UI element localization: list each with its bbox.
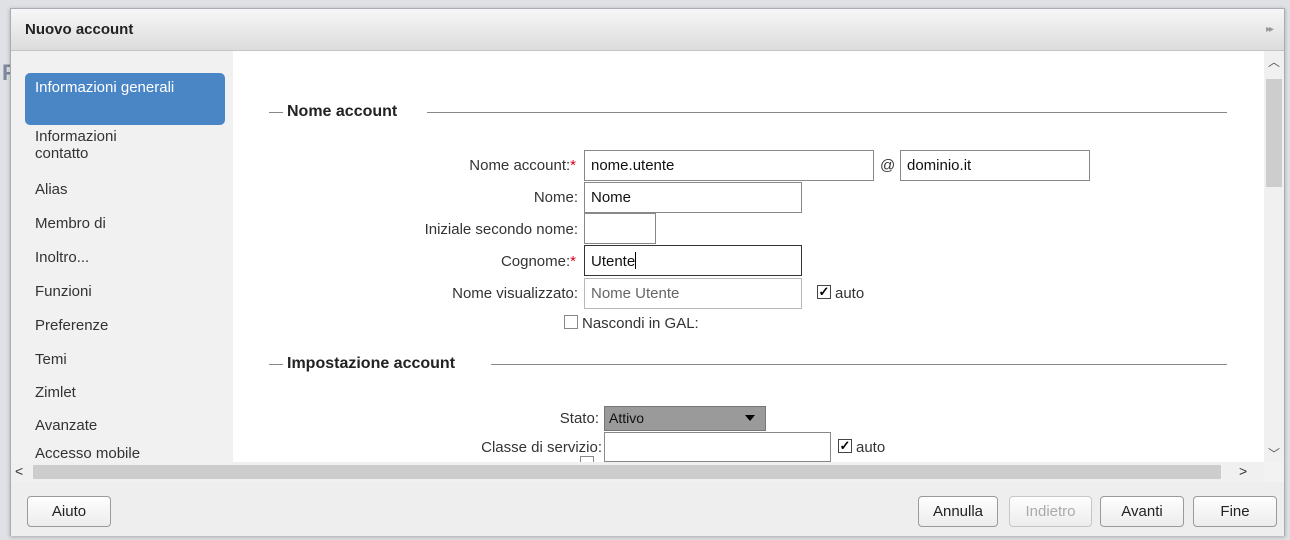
hide-in-gal-label: Nascondi in GAL: [582, 315, 699, 332]
sidebar-item-label: Funzioni [35, 283, 92, 300]
section-title: Nome account [287, 103, 398, 120]
sidebar-item-zimlets[interactable]: Zimlet [25, 381, 225, 404]
sidebar-item-label: Temi [35, 351, 67, 368]
display-name-auto-label: auto [835, 285, 865, 302]
sidebar-item-label: Avanzate [35, 417, 98, 434]
status-label: Stato: [559, 410, 599, 427]
display-name-label: Nome visualizzato: [452, 285, 578, 302]
sidebar-item-label: Accesso mobile [35, 445, 141, 462]
display-name-auto-checkbox[interactable]: ✓ [817, 285, 831, 299]
at-sign: @ [880, 157, 896, 174]
sidebar-item-member-of[interactable]: Membro di [25, 212, 225, 235]
section-title: Impostazione account [287, 355, 456, 372]
last-name-label: Cognome:* [500, 253, 576, 270]
scroll-left-icon[interactable]: < [15, 463, 23, 479]
section-account-name: Nome account [269, 103, 1227, 123]
sidebar: Informazioni generali Informazioni conta… [11, 51, 233, 462]
dialog-titlebar[interactable]: Nuovo account ▸▸ [11, 9, 1284, 51]
sidebar-item-forwarding[interactable]: Inoltro... [25, 246, 225, 269]
section-account-settings: Impostazione account [269, 355, 1227, 375]
class-of-service-auto-label: auto [856, 439, 886, 456]
sidebar-item-label: Alias [35, 181, 68, 198]
vertical-scrollbar[interactable]: ︿ ﹀ [1264, 51, 1284, 462]
sidebar-item-label: Informazioni generali [35, 79, 175, 96]
first-name-label: Nome: [533, 189, 578, 206]
horizontal-scrollbar[interactable]: < > [11, 462, 1264, 482]
sidebar-item-label: Informazioni contatto [35, 128, 117, 162]
dialog-footer: Aiuto Annulla Indietro Avanti Fine [11, 482, 1284, 536]
scroll-right-icon[interactable]: > [1239, 463, 1247, 479]
status-select[interactable]: Attivo [604, 406, 766, 431]
sidebar-item-label: Inoltro... [35, 249, 90, 266]
sidebar-item-label: Membro di [35, 215, 106, 232]
vertical-scroll-thumb[interactable] [1266, 79, 1282, 187]
dialog-title: Nuovo account [25, 21, 134, 38]
text-caret [635, 252, 637, 269]
sidebar-item-preferences[interactable]: Preferenze [25, 314, 225, 337]
help-button[interactable]: Aiuto [27, 496, 111, 527]
last-name-input[interactable]: Utente [584, 245, 802, 276]
account-name-label: Nome account:* [469, 157, 576, 174]
finish-button[interactable]: Fine [1193, 496, 1277, 527]
sidebar-item-label: Preferenze [35, 317, 109, 334]
sidebar-item-contact-info[interactable]: Informazioni contatto [25, 125, 175, 165]
sidebar-item-general-info[interactable]: Informazioni generali [25, 73, 225, 125]
domain-input[interactable]: dominio.it [900, 150, 1090, 181]
cancel-button[interactable]: Annulla [918, 496, 998, 527]
expand-icon[interactable]: ▸▸ [1266, 24, 1274, 35]
form-content: Nome account Nome account:* nome.utente … [233, 51, 1264, 462]
sidebar-item-advanced[interactable]: Avanzate [25, 414, 225, 437]
account-name-input[interactable]: nome.utente [584, 150, 874, 181]
next-button[interactable]: Avanti [1100, 496, 1184, 527]
class-of-service-label: Classe di servizio: [481, 439, 602, 456]
new-account-dialog: Nuovo account ▸▸ Informazioni generali I… [10, 8, 1285, 536]
hide-in-gal-checkbox[interactable] [564, 315, 578, 329]
middle-initial-input[interactable] [584, 213, 656, 244]
chevron-down-icon [745, 415, 755, 421]
sidebar-item-label: Zimlet [35, 384, 76, 401]
scroll-down-icon[interactable]: ﹀ [1264, 445, 1284, 462]
sidebar-item-features[interactable]: Funzioni [25, 280, 225, 303]
sidebar-item-themes[interactable]: Temi [25, 348, 225, 371]
class-of-service-input[interactable] [604, 432, 831, 462]
back-button[interactable]: Indietro [1009, 496, 1092, 527]
display-name-input[interactable]: Nome Utente [584, 278, 802, 309]
sidebar-item-alias[interactable]: Alias [25, 178, 225, 201]
scroll-up-icon[interactable]: ︿ [1264, 53, 1284, 70]
first-name-input[interactable]: Nome [584, 182, 802, 213]
horizontal-scroll-thumb[interactable] [33, 465, 1221, 479]
class-of-service-auto-checkbox[interactable]: ✓ [838, 439, 852, 453]
middle-initial-label: Iniziale secondo nome: [424, 221, 578, 238]
